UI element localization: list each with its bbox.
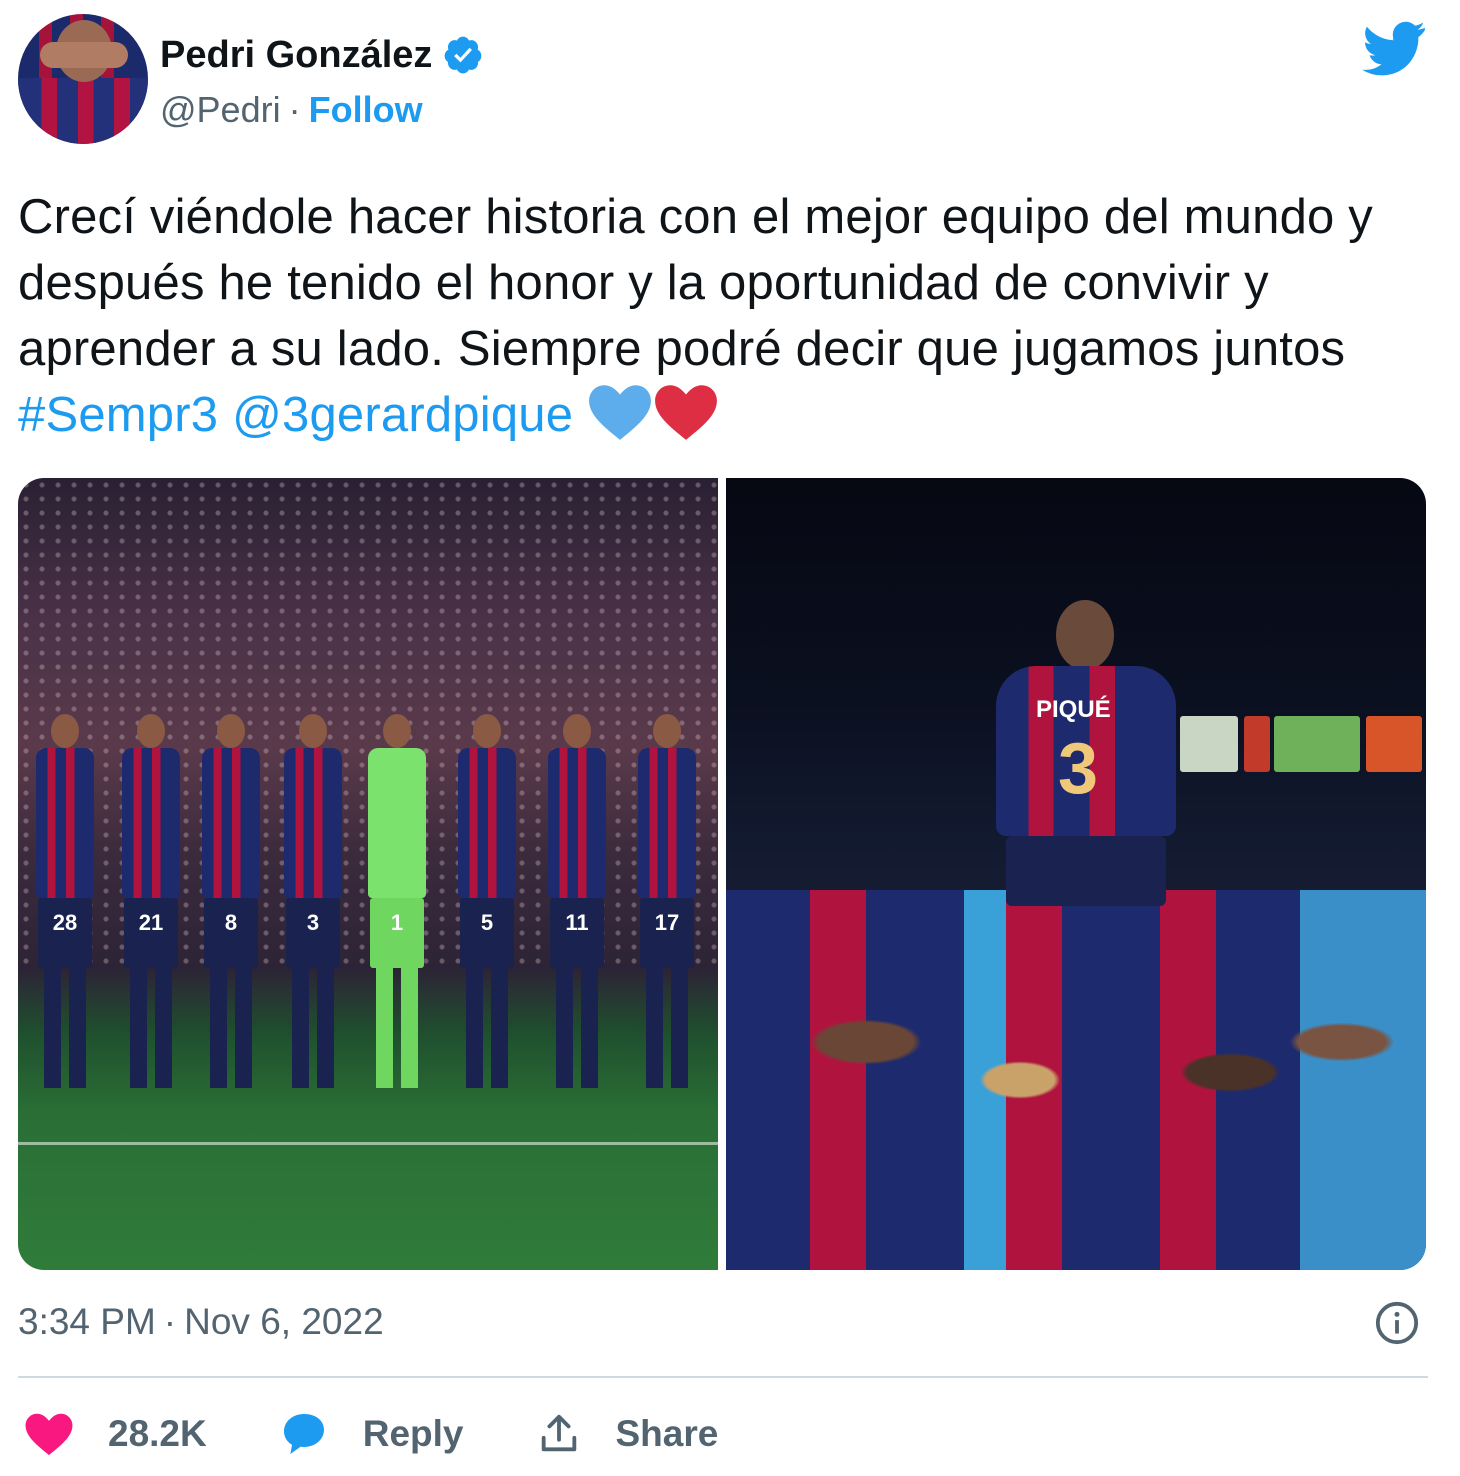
twitter-bird-icon[interactable]: [1362, 20, 1426, 76]
divider: [18, 1376, 1428, 1378]
jersey-number: 5: [480, 910, 494, 935]
avatar-shirt: [18, 78, 148, 144]
author-display-name[interactable]: Pedri González: [160, 34, 432, 77]
stadium-screen: [1244, 716, 1270, 772]
lifted-player-figure: PIQUÉ 3: [996, 600, 1176, 920]
jersey-name: PIQUÉ: [1036, 696, 1111, 723]
tweet-card: Pedri González @Pedri · Follow Crecí vié…: [0, 0, 1460, 1476]
jersey-number: 3: [306, 910, 320, 935]
timestamp-separator: ·: [163, 1301, 177, 1342]
stadium-screen: [1366, 716, 1422, 772]
reply-button[interactable]: Reply: [279, 1410, 464, 1458]
reply-bubble-icon: [283, 1414, 324, 1454]
tweet-date: Nov 6, 2022: [184, 1301, 384, 1342]
mention-link[interactable]: @3gerardpique: [232, 388, 573, 442]
pique-lifted-photo[interactable]: PIQUÉ 3: [726, 478, 1426, 1270]
follow-button[interactable]: Follow: [309, 89, 423, 131]
author-name-row: Pedri González: [160, 30, 484, 80]
tweet-actions: 28.2K Reply Share: [24, 1402, 790, 1466]
like-count: 28.2K: [108, 1413, 207, 1454]
jersey-number: 11: [565, 910, 589, 935]
player-figure: 11: [544, 714, 610, 1094]
tweet-media: 28 21 8 3 1 5 11 17 PIQUÉ 3: [18, 478, 1426, 1270]
player-figure: 28: [32, 714, 98, 1094]
heart-icon: [25, 1413, 73, 1456]
blue-heart-emoji-icon: [589, 385, 651, 440]
player-figure: 8: [198, 714, 264, 1094]
avatar[interactable]: [18, 14, 148, 144]
team-lineup-photo[interactable]: 28 21 8 3 1 5 11 17: [18, 478, 718, 1270]
jersey-number: 3: [1058, 729, 1099, 809]
player-figure: 5: [454, 714, 520, 1094]
hashtag-link[interactable]: #Sempr3: [18, 388, 218, 442]
tweet-text-main: Crecí viéndole hacer historia con el mej…: [18, 190, 1373, 376]
info-icon[interactable]: [1374, 1300, 1420, 1346]
red-heart-emoji-icon: [655, 385, 717, 440]
like-button[interactable]: 28.2K: [24, 1412, 207, 1456]
player-figure: 3: [280, 714, 346, 1094]
stadium-screen: [1274, 716, 1360, 772]
author-handle-row: @Pedri · Follow: [160, 86, 423, 134]
player-figure: 21: [118, 714, 184, 1094]
reply-label: Reply: [362, 1413, 464, 1454]
tweet-text: Crecí viéndole hacer historia con el mej…: [18, 184, 1428, 448]
player-figure: 17: [634, 714, 700, 1094]
share-label: Share: [615, 1413, 719, 1454]
tweet-timestamp[interactable]: 3:34 PM · Nov 6, 2022: [18, 1296, 384, 1348]
author-handle[interactable]: @Pedri: [160, 89, 281, 131]
teammates-crowd: [726, 890, 1426, 1270]
tweet-time: 3:34 PM: [18, 1301, 156, 1342]
jersey-number: 1: [390, 910, 404, 935]
stadium-screen: [1180, 716, 1238, 772]
goalkeeper-figure: 1: [364, 714, 430, 1094]
jersey-number: 21: [138, 910, 164, 935]
avatar-hands: [40, 42, 128, 68]
share-icon: [541, 1414, 576, 1452]
pitch-line: [18, 1142, 718, 1145]
handle-separator: ·: [288, 89, 301, 130]
jersey-number: 17: [654, 910, 680, 935]
verified-badge-icon: [445, 36, 482, 74]
jersey-number: 8: [224, 910, 238, 935]
jersey-number: 28: [52, 910, 78, 935]
share-button[interactable]: Share: [536, 1411, 719, 1457]
